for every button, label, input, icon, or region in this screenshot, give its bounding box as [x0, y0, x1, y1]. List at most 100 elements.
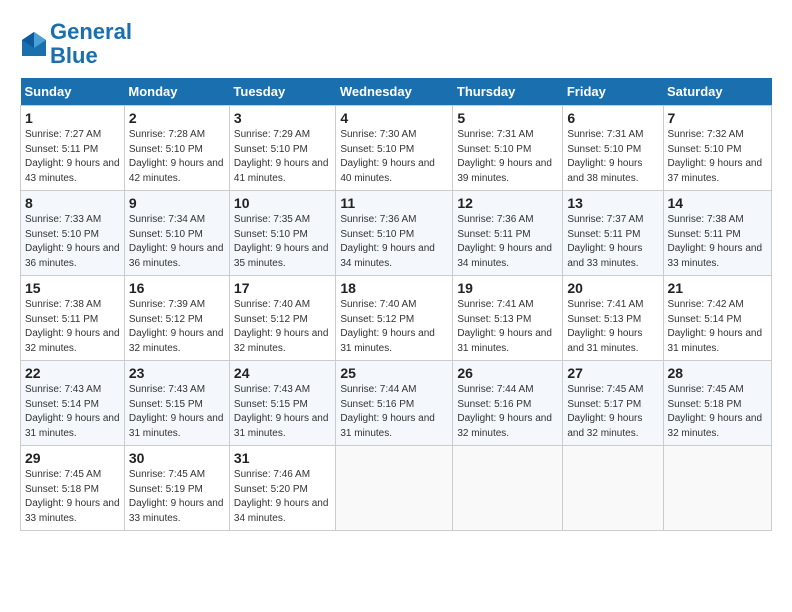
- day-number: 17: [234, 280, 331, 296]
- day-number: 13: [567, 195, 658, 211]
- calendar-cell: 22 Sunrise: 7:43 AM Sunset: 5:14 PM Dayl…: [21, 361, 125, 446]
- calendar-cell: 7 Sunrise: 7:32 AM Sunset: 5:10 PM Dayli…: [663, 106, 771, 191]
- day-number: 27: [567, 365, 658, 381]
- day-number: 20: [567, 280, 658, 296]
- day-info: Sunrise: 7:36 AM Sunset: 5:10 PM Dayligh…: [340, 213, 448, 271]
- day-number: 9: [129, 195, 225, 211]
- day-number: 10: [234, 195, 331, 211]
- day-number: 22: [25, 365, 120, 381]
- calendar-cell: 25 Sunrise: 7:44 AM Sunset: 5:16 PM Dayl…: [336, 361, 453, 446]
- weekday-header-row: SundayMondayTuesdayWednesdayThursdayFrid…: [21, 78, 772, 106]
- day-info: Sunrise: 7:41 AM Sunset: 5:13 PM Dayligh…: [567, 298, 658, 356]
- day-number: 14: [668, 195, 767, 211]
- day-info: Sunrise: 7:42 AM Sunset: 5:14 PM Dayligh…: [668, 298, 767, 356]
- day-number: 2: [129, 110, 225, 126]
- day-number: 4: [340, 110, 448, 126]
- calendar-cell: 5 Sunrise: 7:31 AM Sunset: 5:10 PM Dayli…: [453, 106, 563, 191]
- day-info: Sunrise: 7:45 AM Sunset: 5:19 PM Dayligh…: [129, 468, 225, 526]
- day-number: 26: [457, 365, 558, 381]
- day-info: Sunrise: 7:44 AM Sunset: 5:16 PM Dayligh…: [340, 383, 448, 441]
- calendar-cell: 24 Sunrise: 7:43 AM Sunset: 5:15 PM Dayl…: [229, 361, 335, 446]
- weekday-header-friday: Friday: [563, 78, 663, 106]
- day-number: 7: [668, 110, 767, 126]
- calendar-week-row: 1 Sunrise: 7:27 AM Sunset: 5:11 PM Dayli…: [21, 106, 772, 191]
- calendar-table: SundayMondayTuesdayWednesdayThursdayFrid…: [20, 78, 772, 531]
- calendar-cell: 15 Sunrise: 7:38 AM Sunset: 5:11 PM Dayl…: [21, 276, 125, 361]
- day-info: Sunrise: 7:38 AM Sunset: 5:11 PM Dayligh…: [25, 298, 120, 356]
- day-info: Sunrise: 7:29 AM Sunset: 5:10 PM Dayligh…: [234, 128, 331, 186]
- weekday-header-saturday: Saturday: [663, 78, 771, 106]
- day-info: Sunrise: 7:40 AM Sunset: 5:12 PM Dayligh…: [340, 298, 448, 356]
- day-info: Sunrise: 7:31 AM Sunset: 5:10 PM Dayligh…: [457, 128, 558, 186]
- calendar-cell: 30 Sunrise: 7:45 AM Sunset: 5:19 PM Dayl…: [124, 446, 229, 531]
- day-info: Sunrise: 7:43 AM Sunset: 5:15 PM Dayligh…: [234, 383, 331, 441]
- day-number: 21: [668, 280, 767, 296]
- day-number: 3: [234, 110, 331, 126]
- day-info: Sunrise: 7:35 AM Sunset: 5:10 PM Dayligh…: [234, 213, 331, 271]
- day-number: 16: [129, 280, 225, 296]
- day-info: Sunrise: 7:43 AM Sunset: 5:14 PM Dayligh…: [25, 383, 120, 441]
- calendar-cell: 31 Sunrise: 7:46 AM Sunset: 5:20 PM Dayl…: [229, 446, 335, 531]
- calendar-cell: [336, 446, 453, 531]
- calendar-cell: 29 Sunrise: 7:45 AM Sunset: 5:18 PM Dayl…: [21, 446, 125, 531]
- calendar-cell: 20 Sunrise: 7:41 AM Sunset: 5:13 PM Dayl…: [563, 276, 663, 361]
- calendar-cell: [453, 446, 563, 531]
- day-number: 23: [129, 365, 225, 381]
- calendar-cell: 13 Sunrise: 7:37 AM Sunset: 5:11 PM Dayl…: [563, 191, 663, 276]
- calendar-week-row: 22 Sunrise: 7:43 AM Sunset: 5:14 PM Dayl…: [21, 361, 772, 446]
- logo-icon: [20, 30, 48, 58]
- calendar-cell: 21 Sunrise: 7:42 AM Sunset: 5:14 PM Dayl…: [663, 276, 771, 361]
- calendar-week-row: 8 Sunrise: 7:33 AM Sunset: 5:10 PM Dayli…: [21, 191, 772, 276]
- day-number: 28: [668, 365, 767, 381]
- day-info: Sunrise: 7:37 AM Sunset: 5:11 PM Dayligh…: [567, 213, 658, 271]
- day-info: Sunrise: 7:45 AM Sunset: 5:18 PM Dayligh…: [668, 383, 767, 441]
- day-number: 6: [567, 110, 658, 126]
- calendar-cell: 8 Sunrise: 7:33 AM Sunset: 5:10 PM Dayli…: [21, 191, 125, 276]
- day-info: Sunrise: 7:44 AM Sunset: 5:16 PM Dayligh…: [457, 383, 558, 441]
- weekday-header-thursday: Thursday: [453, 78, 563, 106]
- day-number: 31: [234, 450, 331, 466]
- day-info: Sunrise: 7:40 AM Sunset: 5:12 PM Dayligh…: [234, 298, 331, 356]
- day-info: Sunrise: 7:31 AM Sunset: 5:10 PM Dayligh…: [567, 128, 658, 186]
- calendar-cell: 3 Sunrise: 7:29 AM Sunset: 5:10 PM Dayli…: [229, 106, 335, 191]
- calendar-cell: [663, 446, 771, 531]
- calendar-cell: 16 Sunrise: 7:39 AM Sunset: 5:12 PM Dayl…: [124, 276, 229, 361]
- calendar-cell: 1 Sunrise: 7:27 AM Sunset: 5:11 PM Dayli…: [21, 106, 125, 191]
- day-info: Sunrise: 7:28 AM Sunset: 5:10 PM Dayligh…: [129, 128, 225, 186]
- day-info: Sunrise: 7:38 AM Sunset: 5:11 PM Dayligh…: [668, 213, 767, 271]
- page-header: General Blue: [20, 20, 772, 68]
- day-number: 12: [457, 195, 558, 211]
- logo: General Blue: [20, 20, 132, 68]
- calendar-cell: [563, 446, 663, 531]
- weekday-header-monday: Monday: [124, 78, 229, 106]
- day-info: Sunrise: 7:27 AM Sunset: 5:11 PM Dayligh…: [25, 128, 120, 186]
- calendar-cell: 18 Sunrise: 7:40 AM Sunset: 5:12 PM Dayl…: [336, 276, 453, 361]
- calendar-cell: 14 Sunrise: 7:38 AM Sunset: 5:11 PM Dayl…: [663, 191, 771, 276]
- day-info: Sunrise: 7:30 AM Sunset: 5:10 PM Dayligh…: [340, 128, 448, 186]
- day-number: 19: [457, 280, 558, 296]
- day-number: 25: [340, 365, 448, 381]
- calendar-cell: 19 Sunrise: 7:41 AM Sunset: 5:13 PM Dayl…: [453, 276, 563, 361]
- calendar-cell: 12 Sunrise: 7:36 AM Sunset: 5:11 PM Dayl…: [453, 191, 563, 276]
- day-number: 1: [25, 110, 120, 126]
- weekday-header-sunday: Sunday: [21, 78, 125, 106]
- day-info: Sunrise: 7:41 AM Sunset: 5:13 PM Dayligh…: [457, 298, 558, 356]
- day-info: Sunrise: 7:34 AM Sunset: 5:10 PM Dayligh…: [129, 213, 225, 271]
- calendar-cell: 26 Sunrise: 7:44 AM Sunset: 5:16 PM Dayl…: [453, 361, 563, 446]
- calendar-cell: 4 Sunrise: 7:30 AM Sunset: 5:10 PM Dayli…: [336, 106, 453, 191]
- day-info: Sunrise: 7:46 AM Sunset: 5:20 PM Dayligh…: [234, 468, 331, 526]
- calendar-cell: 2 Sunrise: 7:28 AM Sunset: 5:10 PM Dayli…: [124, 106, 229, 191]
- weekday-header-wednesday: Wednesday: [336, 78, 453, 106]
- day-info: Sunrise: 7:33 AM Sunset: 5:10 PM Dayligh…: [25, 213, 120, 271]
- day-number: 11: [340, 195, 448, 211]
- day-info: Sunrise: 7:39 AM Sunset: 5:12 PM Dayligh…: [129, 298, 225, 356]
- logo-text: General Blue: [50, 20, 132, 68]
- calendar-cell: 10 Sunrise: 7:35 AM Sunset: 5:10 PM Dayl…: [229, 191, 335, 276]
- calendar-week-row: 15 Sunrise: 7:38 AM Sunset: 5:11 PM Dayl…: [21, 276, 772, 361]
- day-number: 15: [25, 280, 120, 296]
- day-info: Sunrise: 7:45 AM Sunset: 5:17 PM Dayligh…: [567, 383, 658, 441]
- calendar-cell: 11 Sunrise: 7:36 AM Sunset: 5:10 PM Dayl…: [336, 191, 453, 276]
- day-number: 24: [234, 365, 331, 381]
- calendar-week-row: 29 Sunrise: 7:45 AM Sunset: 5:18 PM Dayl…: [21, 446, 772, 531]
- day-info: Sunrise: 7:32 AM Sunset: 5:10 PM Dayligh…: [668, 128, 767, 186]
